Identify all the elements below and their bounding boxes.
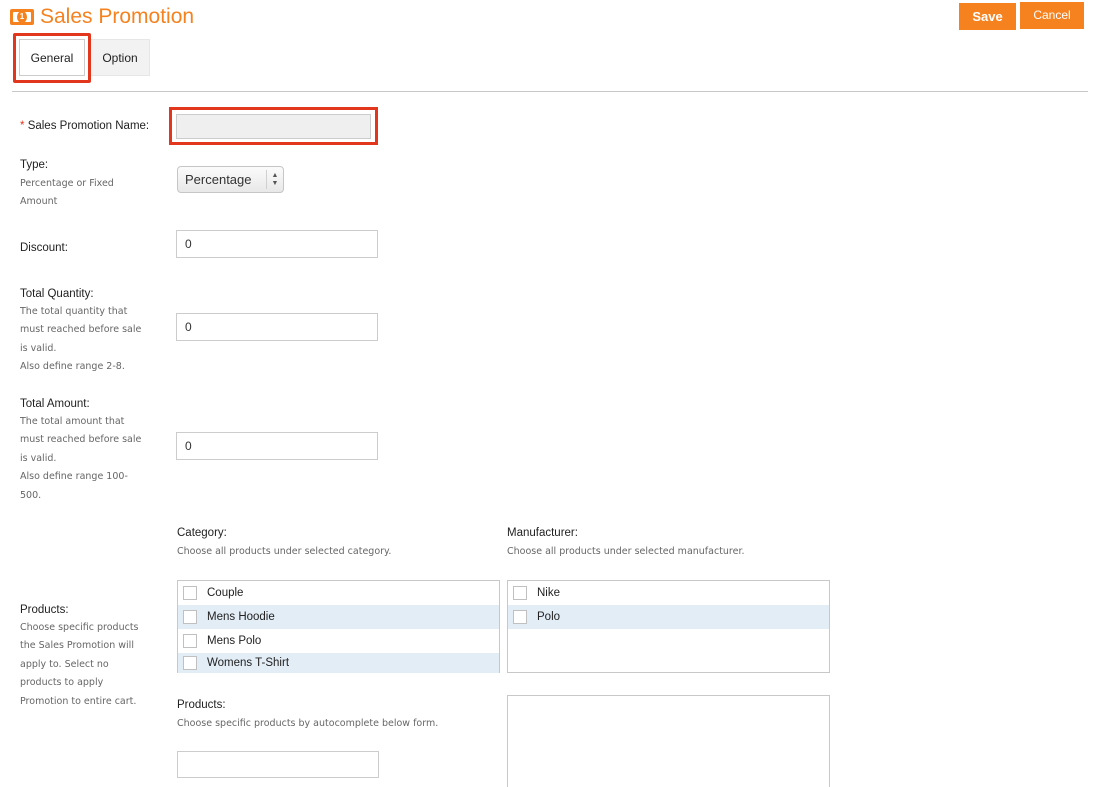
product-autocomplete-input[interactable] xyxy=(177,751,379,778)
category-item-couple[interactable]: Couple xyxy=(178,581,499,605)
money-bill-icon: 1 xyxy=(10,9,34,25)
discount-label: Discount: xyxy=(20,242,68,254)
type-label: Type: xyxy=(20,159,49,171)
required-mark: * xyxy=(20,120,25,132)
cancel-button[interactable]: Cancel xyxy=(1020,2,1084,29)
sales-promotion-name-label: * Sales Promotion Name: xyxy=(20,120,150,132)
total-quantity-label: Total Quantity: xyxy=(20,288,94,300)
divider xyxy=(12,91,1088,92)
total-quantity-hint: The total quantity that must reached bef… xyxy=(20,306,142,373)
selected-products-box[interactable] xyxy=(507,695,830,787)
manufacturer-hint: Choose all products under selected manuf… xyxy=(507,546,745,557)
checkbox[interactable] xyxy=(513,610,527,624)
page-header: 1 Sales Promotion xyxy=(10,5,194,29)
checkbox[interactable] xyxy=(183,634,197,648)
total-amount-input[interactable]: 0 xyxy=(176,432,378,460)
category-item-womens-t-shirt[interactable]: Womens T-Shirt xyxy=(178,653,499,673)
save-button[interactable]: Save xyxy=(959,3,1016,30)
manufacturer-label: Manufacturer: xyxy=(507,527,578,539)
select-arrows-icon: ▲ ▼ xyxy=(266,170,283,189)
total-amount-label: Total Amount: xyxy=(20,398,90,410)
category-label: Category: xyxy=(177,527,227,539)
products-hint: Choose specific products the Sales Promo… xyxy=(20,622,139,707)
checkbox[interactable] xyxy=(183,610,197,624)
manufacturer-item-nike[interactable]: Nike xyxy=(508,581,829,605)
category-list[interactable]: Couple Mens Hoodie Mens Polo Womens T-Sh… xyxy=(177,580,500,673)
checkbox[interactable] xyxy=(183,586,197,600)
type-hint: Percentage or Fixed Amount xyxy=(20,178,114,208)
category-item-mens-hoodie[interactable]: Mens Hoodie xyxy=(178,605,499,629)
specific-products-hint: Choose specific products by autocomplete… xyxy=(177,718,439,729)
type-select-value: Percentage xyxy=(185,172,252,187)
sales-promotion-name-input[interactable] xyxy=(176,114,371,139)
total-amount-hint: The total amount that must reached befor… xyxy=(20,416,142,501)
checkbox[interactable] xyxy=(513,586,527,600)
total-quantity-input[interactable]: 0 xyxy=(176,313,378,341)
category-hint: Choose all products under selected categ… xyxy=(177,546,392,557)
products-label: Products: xyxy=(20,604,69,616)
manufacturer-item-polo[interactable]: Polo xyxy=(508,605,829,629)
tab-general[interactable]: General xyxy=(19,39,85,76)
page-title: Sales Promotion xyxy=(40,5,195,28)
specific-products-label: Products: xyxy=(177,699,226,711)
category-item-mens-polo[interactable]: Mens Polo xyxy=(178,629,499,653)
checkbox[interactable] xyxy=(183,656,197,670)
type-select[interactable]: Percentage ▲ ▼ xyxy=(177,166,284,193)
tab-option[interactable]: Option xyxy=(91,39,150,76)
manufacturer-list[interactable]: Nike Polo xyxy=(507,580,830,673)
discount-input[interactable]: 0 xyxy=(176,230,378,258)
